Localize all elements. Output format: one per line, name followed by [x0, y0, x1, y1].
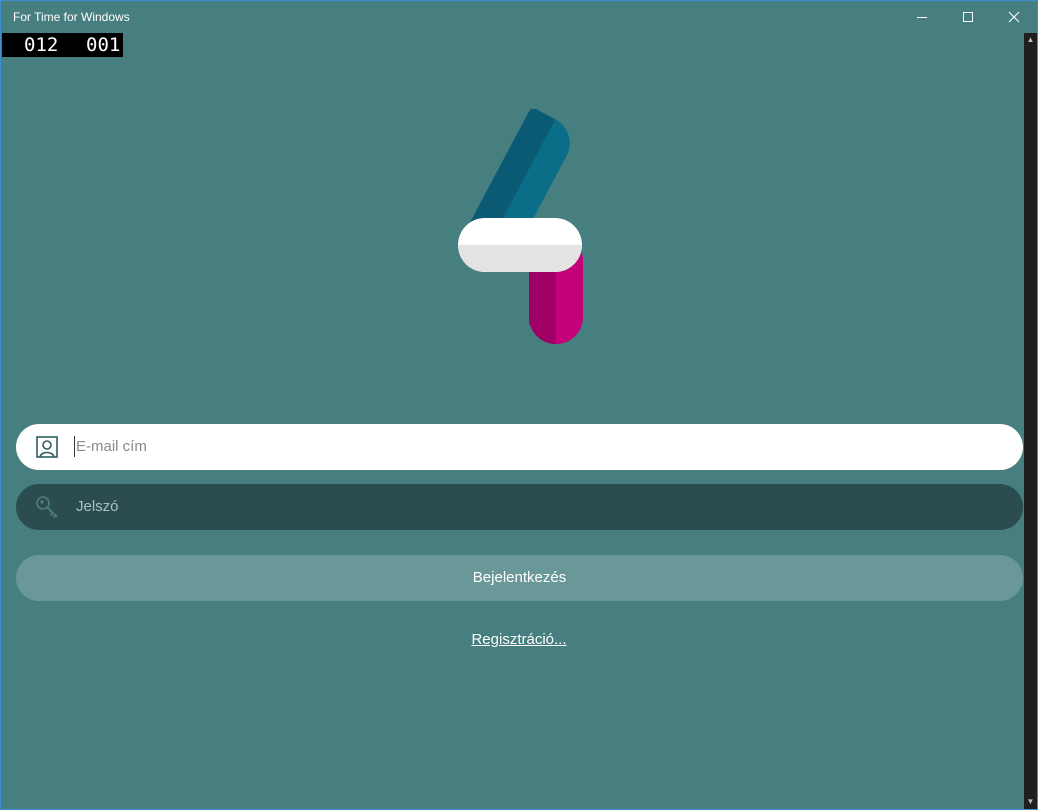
user-icon — [36, 436, 58, 458]
register-link[interactable]: Regisztráció... — [1, 631, 1037, 648]
maximize-icon — [963, 12, 973, 22]
frame-counter: 012 001 — [2, 33, 123, 57]
scroll-down-icon[interactable]: ▼ — [1024, 795, 1037, 809]
counter-right: 001 — [86, 34, 121, 56]
counter-left: 012 — [24, 34, 59, 56]
login-button[interactable]: Bejelentkezés — [16, 555, 1023, 601]
vertical-scrollbar[interactable]: ▲ ▼ — [1024, 33, 1037, 809]
app-window: For Time for Windows 012 001 E-mail cím … — [0, 0, 1038, 810]
minimize-button[interactable] — [899, 1, 945, 33]
window-title: For Time for Windows — [13, 10, 130, 24]
email-placeholder: E-mail cím — [76, 438, 147, 455]
app-logo-4-icon — [458, 106, 583, 344]
close-icon — [1008, 11, 1020, 23]
minimize-icon — [917, 17, 927, 18]
title-bar[interactable]: For Time for Windows — [1, 1, 1037, 33]
scroll-up-icon[interactable]: ▲ — [1024, 33, 1037, 47]
close-button[interactable] — [991, 1, 1037, 33]
text-caret — [74, 436, 75, 457]
password-field[interactable]: Jelszó — [16, 484, 1023, 530]
key-icon — [36, 496, 58, 519]
maximize-button[interactable] — [945, 1, 991, 33]
email-field[interactable]: E-mail cím — [16, 424, 1023, 470]
password-placeholder: Jelszó — [76, 498, 119, 515]
app-logo — [456, 106, 586, 347]
